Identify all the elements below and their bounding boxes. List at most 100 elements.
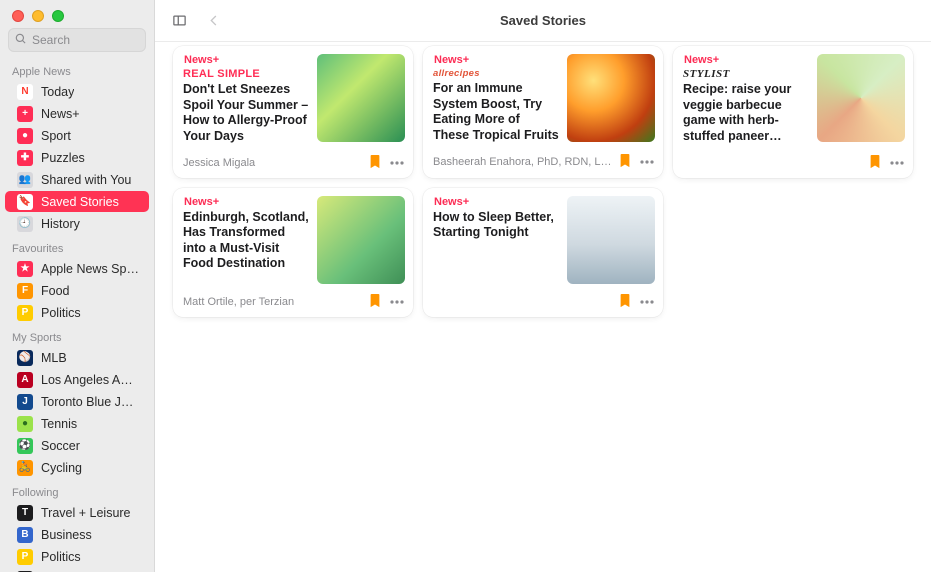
story-card[interactable]: News+Edinburgh, Scotland, Has Transforme… xyxy=(173,188,413,317)
newsplus-badge: News+ xyxy=(683,54,809,66)
story-card[interactable]: News+ REAL SIMPLE Don't Let Sneezes Spoil … xyxy=(173,46,413,178)
story-thumbnail xyxy=(317,54,405,142)
story-card[interactable]: News+allrecipesFor an Immune System Boos… xyxy=(423,46,663,178)
main-pane: Saved Stories News+ REAL SIMPLE Don't Let … xyxy=(155,0,931,572)
sidebar-scroll[interactable]: Apple NewsNToday+News+ ● Sport ✚ Puzzles 👥 Sha… xyxy=(0,58,154,572)
search-field[interactable] xyxy=(8,28,146,52)
sidebar-item-label: Soccer xyxy=(41,438,80,454)
story-headline: For an Immune System Boost, Try Eating M… xyxy=(433,81,559,144)
page-title: Saved Stories xyxy=(155,13,931,28)
more-options-button[interactable] xyxy=(387,294,407,310)
sidebar-item-politics[interactable]: PPolitics xyxy=(5,302,149,323)
sidebar: Apple NewsNToday+News+ ● Sport ✚ Puzzles 👥 Sha… xyxy=(0,0,155,572)
search-input[interactable] xyxy=(32,33,139,47)
minimize-window-button[interactable] xyxy=(32,10,44,22)
sidebar-item-icon: ● xyxy=(17,416,33,432)
story-headline: Edinburgh, Scotland, Has Transformed int… xyxy=(183,210,309,273)
newsplus-label: News+ xyxy=(184,54,219,66)
sidebar-item-icon: A xyxy=(17,372,33,388)
more-options-button[interactable] xyxy=(637,154,657,170)
story-thumbnail xyxy=(567,54,655,142)
sidebar-item-politics[interactable]: PPolitics xyxy=(5,546,149,567)
sidebar-item-icon: 🚴 xyxy=(17,460,33,476)
sidebar-item-icon: 🔖 xyxy=(17,194,33,210)
story-headline: Don't Let Sneezes Spoil Your Summer – Ho… xyxy=(183,82,309,145)
close-window-button[interactable] xyxy=(12,10,24,22)
sidebar-section-header: My Sports xyxy=(0,324,154,346)
sidebar-item-icon: ✚ xyxy=(17,150,33,166)
sidebar-item-sport[interactable]: ● Sport xyxy=(5,125,149,146)
content-area: News+ REAL SIMPLE Don't Let Sneezes Spoil … xyxy=(155,42,931,572)
sidebar-item-tennis[interactable]: ● Tennis xyxy=(5,413,149,434)
publication-name: REAL SIMPLE xyxy=(183,68,309,80)
bookmark-icon[interactable] xyxy=(369,294,381,311)
sidebar-item-label: Cycling xyxy=(41,460,82,476)
sidebar-item-label: Tennis xyxy=(41,416,77,432)
sidebar-item-entertainment[interactable]: EEntertainment xyxy=(5,568,149,572)
zoom-window-button[interactable] xyxy=(52,10,64,22)
sidebar-item-soccer[interactable]: ⚽ Soccer xyxy=(5,435,149,456)
sidebar-item-icon: ★ xyxy=(17,261,33,277)
sidebar-item-apple-news-spotlight[interactable]: ★ Apple News Spotlight xyxy=(5,258,149,279)
sidebar-item-los-angeles-angels[interactable]: A Los Angeles Angels xyxy=(5,369,149,390)
story-grid: News+ REAL SIMPLE Don't Let Sneezes Spoil … xyxy=(173,46,913,317)
sidebar-item-mlb[interactable]: ⚾MLB xyxy=(5,347,149,368)
sidebar-item-toronto-blue-jays[interactable]: JToronto Blue Jays xyxy=(5,391,149,412)
newsplus-label: News+ xyxy=(434,54,469,66)
sidebar-item-label: Puzzles xyxy=(41,150,85,166)
sidebar-item-label: Sport xyxy=(41,128,71,144)
sidebar-item-icon: J xyxy=(17,394,33,410)
card-body: News+ REAL SIMPLE Don't Let Sneezes Spoil … xyxy=(173,46,413,145)
more-options-button[interactable] xyxy=(637,294,657,310)
search-icon xyxy=(15,33,27,48)
sidebar-item-today[interactable]: NToday xyxy=(5,81,149,102)
search-wrap xyxy=(0,28,154,58)
sidebar-item-icon: B xyxy=(17,527,33,543)
bookmark-icon[interactable] xyxy=(619,154,631,171)
bookmark-icon[interactable] xyxy=(619,294,631,311)
app-window: Apple NewsNToday+News+●Sport✚Puzzles👥Sha… xyxy=(0,0,931,572)
card-footer xyxy=(423,288,663,317)
story-thumbnail xyxy=(317,196,405,284)
sidebar-item-travel-leisure[interactable]: TTravel + Leisure xyxy=(5,502,149,523)
newsplus-label: News+ xyxy=(684,54,719,66)
card-footer: Jessica Migala xyxy=(173,149,413,178)
more-options-button[interactable] xyxy=(387,155,407,171)
sidebar-section-header: Apple News xyxy=(0,58,154,80)
bookmark-icon[interactable] xyxy=(869,155,881,172)
newsplus-label: News+ xyxy=(434,196,469,208)
sidebar-item-puzzles[interactable]: ✚ Puzzles xyxy=(5,147,149,168)
sidebar-item-news[interactable]: +News+ xyxy=(5,103,149,124)
sidebar-item-label: Apple News Spotlight xyxy=(41,261,139,277)
sidebar-item-icon: 👥 xyxy=(17,172,33,188)
card-body: News+Edinburgh, Scotland, Has Transforme… xyxy=(173,188,413,284)
newsplus-badge: News+ xyxy=(183,54,309,66)
sidebar-item-cycling[interactable]: 🚴 Cycling xyxy=(5,457,149,478)
story-card[interactable]: News+How to Sleep Better, Starting Tonig… xyxy=(423,188,663,317)
bookmark-icon[interactable] xyxy=(369,155,381,172)
sidebar-item-saved-stories[interactable]: 🔖 Saved Stories xyxy=(5,191,149,212)
story-author: Jessica Migala xyxy=(183,157,363,169)
toolbar: Saved Stories xyxy=(155,0,931,42)
toggle-sidebar-button[interactable] xyxy=(169,11,189,31)
back-button[interactable] xyxy=(203,11,223,31)
sidebar-item-icon: ⚽ xyxy=(17,438,33,454)
sidebar-item-icon: + xyxy=(17,106,33,122)
story-headline: Recipe: raise your veggie barbecue game … xyxy=(683,82,809,145)
more-options-button[interactable] xyxy=(887,155,907,171)
sidebar-item-label: Food xyxy=(41,283,70,299)
sidebar-item-history[interactable]: 🕘History xyxy=(5,213,149,234)
sidebar-item-label: Saved Stories xyxy=(41,194,119,210)
sidebar-item-shared-with-you[interactable]: 👥 Shared with You xyxy=(5,169,149,190)
sidebar-item-food[interactable]: FFood xyxy=(5,280,149,301)
sidebar-item-label: Politics xyxy=(41,549,81,565)
sidebar-item-label: Los Angeles Angels xyxy=(41,372,139,388)
card-footer: Matt Ortile, per Terzian xyxy=(173,288,413,317)
sidebar-item-business[interactable]: BBusiness xyxy=(5,524,149,545)
sidebar-item-icon: ● xyxy=(17,128,33,144)
story-card[interactable]: News+STYLISTRecipe: raise your veggie ba… xyxy=(673,46,913,178)
sidebar-item-label: Today xyxy=(41,84,74,100)
sidebar-item-label: Shared with You xyxy=(41,172,131,188)
sidebar-section-header: Favourites xyxy=(0,235,154,257)
sidebar-item-label: History xyxy=(41,216,80,232)
